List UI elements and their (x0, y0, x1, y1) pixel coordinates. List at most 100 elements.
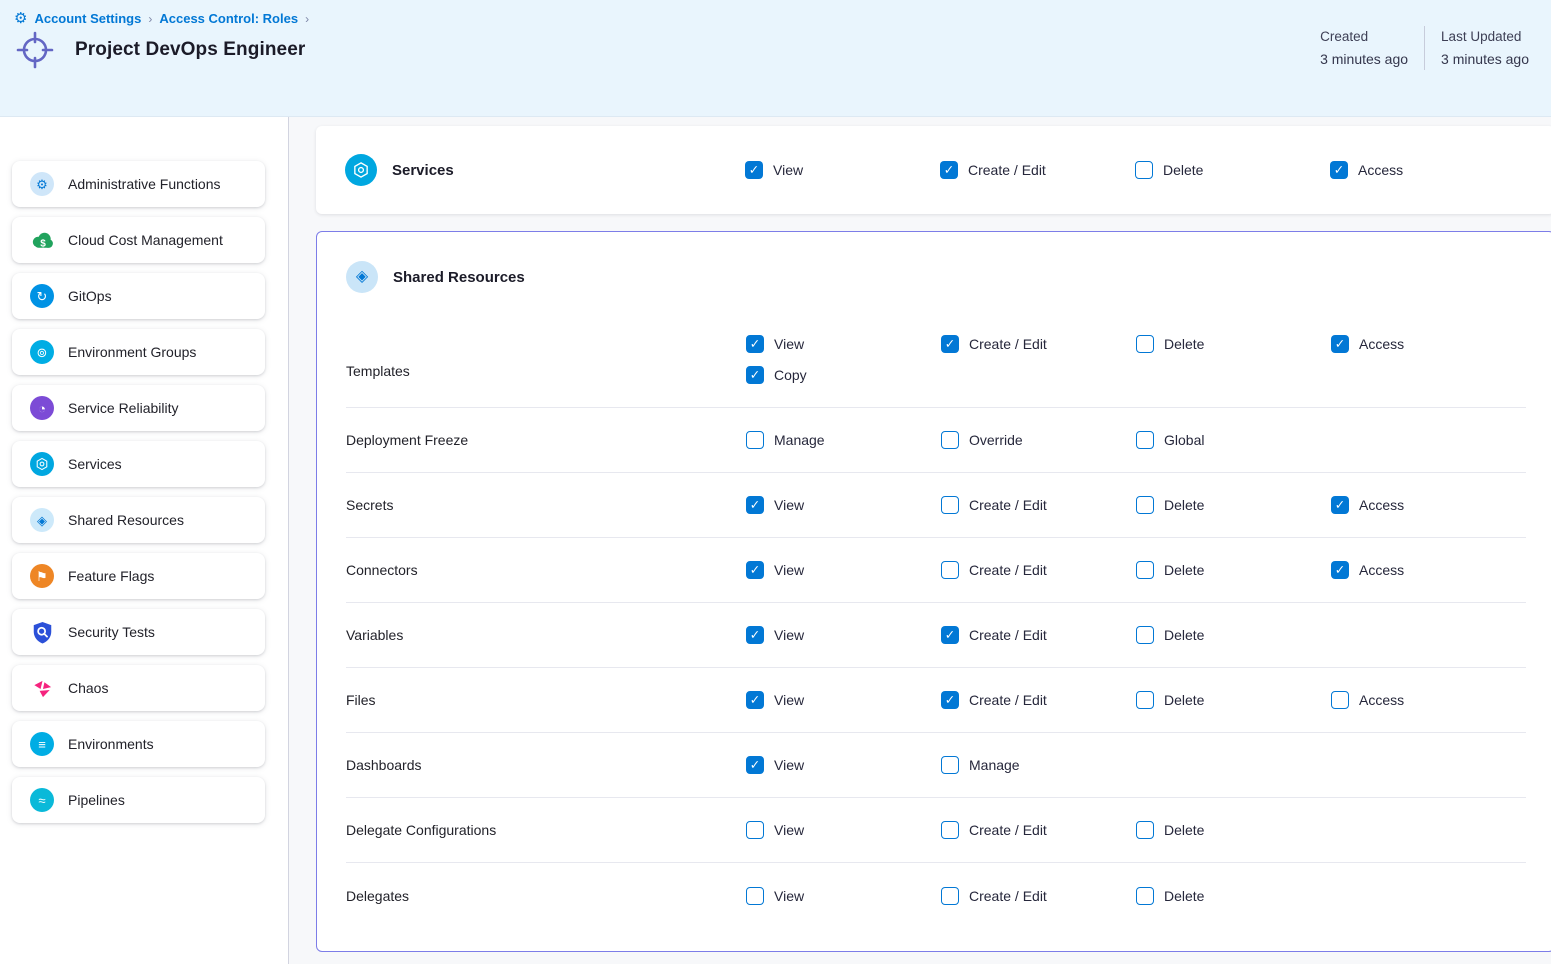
sidebar-item-feature-flags[interactable]: ⚑Feature Flags (12, 553, 265, 599)
permission-label: Access (1359, 692, 1404, 708)
delete-checkbox[interactable] (1136, 691, 1154, 709)
sidebar-item-services[interactable]: Services (12, 441, 265, 487)
permission-item: Manage (941, 756, 1136, 774)
permission-cell: ✓ Access (1331, 335, 1526, 353)
sidebar-item-pipelines[interactable]: ≈Pipelines (12, 777, 265, 823)
permission-label: Create / Edit (969, 692, 1047, 708)
permission-item: Delete (1136, 626, 1331, 644)
access-checkbox[interactable]: ✓ (1330, 161, 1348, 179)
page-title: Project DevOps Engineer (75, 39, 305, 61)
sidebar-item-security-tests[interactable]: Security Tests (12, 609, 265, 655)
resource-label: Files (346, 692, 746, 708)
view-checkbox[interactable]: ✓ (746, 496, 764, 514)
permission-cell: Delete (1136, 496, 1331, 514)
permissions-main: Services ✓View✓Create / EditDelete✓Acces… (289, 117, 1551, 964)
permission-label: Manage (969, 757, 1020, 773)
sidebar-item-shared-resources[interactable]: ◈Shared Resources (12, 497, 265, 543)
permission-label: Delete (1164, 336, 1204, 352)
permission-item: ✓Access (1330, 161, 1525, 179)
view-checkbox[interactable]: ✓ (746, 691, 764, 709)
permission-item: Delete (1136, 496, 1331, 514)
role-meta: Created 3 minutes ago Last Updated 3 min… (1304, 26, 1545, 70)
permission-label: Access (1359, 336, 1404, 352)
manage-checkbox[interactable] (746, 431, 764, 449)
service-reliability-icon: ◔ (30, 396, 54, 420)
sidebar-item-cloud-cost-management[interactable]: $Cloud Cost Management (12, 217, 265, 263)
resource-label: Variables (346, 627, 746, 643)
create-edit-checkbox[interactable]: ✓ (941, 691, 959, 709)
breadcrumb-link-account-settings[interactable]: Account Settings (34, 11, 141, 26)
sidebar-item-administrative-functions[interactable]: ⚙Administrative Functions (12, 161, 265, 207)
permission-item: Global (1136, 431, 1331, 449)
services-permission-card[interactable]: Services ✓View✓Create / EditDelete✓Acces… (316, 126, 1551, 214)
sidebar-item-label: Administrative Functions (68, 176, 221, 192)
permission-cell: Manage (746, 431, 941, 449)
sidebar-item-environment-groups[interactable]: ⊚Environment Groups (12, 329, 265, 375)
access-checkbox[interactable]: ✓ (1331, 335, 1349, 353)
permission-cell: ✓ Access (1331, 496, 1526, 514)
global-checkbox[interactable] (1136, 431, 1154, 449)
environments-icon: ≡ (30, 732, 54, 756)
delete-checkbox[interactable] (1136, 626, 1154, 644)
permission-label: Access (1359, 497, 1404, 513)
create-edit-checkbox[interactable]: ✓ (941, 335, 959, 353)
access-checkbox[interactable] (1331, 691, 1349, 709)
view-checkbox[interactable]: ✓ (746, 756, 764, 774)
delete-checkbox[interactable] (1136, 335, 1154, 353)
sidebar-item-environments[interactable]: ≡Environments (12, 721, 265, 767)
delete-checkbox[interactable] (1136, 496, 1154, 514)
chevron-right-icon: › (148, 12, 152, 26)
shield-search-icon (30, 620, 54, 644)
permission-cell: Delete (1136, 561, 1331, 579)
view-checkbox[interactable] (746, 887, 764, 905)
override-checkbox[interactable] (941, 431, 959, 449)
resource-row-files: Files✓View✓ Create / Edit Delete Access (346, 668, 1526, 733)
delete-checkbox[interactable] (1136, 887, 1154, 905)
resource-row-delegates: DelegatesViewCreate / EditDelete (346, 863, 1526, 928)
view-checkbox[interactable]: ✓ (746, 626, 764, 644)
resource-row-templates: Templates✓View✓Copy✓Create / EditDelete✓… (346, 322, 1526, 408)
create-edit-checkbox[interactable] (941, 887, 959, 905)
permission-item: ✓View (746, 691, 941, 709)
view-checkbox[interactable]: ✓ (746, 561, 764, 579)
create-edit-checkbox[interactable] (941, 821, 959, 839)
permission-item: Access (1331, 691, 1526, 709)
delete-checkbox[interactable] (1136, 561, 1154, 579)
create-edit-checkbox[interactable]: ✓ (940, 161, 958, 179)
delete-checkbox[interactable] (1135, 161, 1153, 179)
sidebar-item-gitops[interactable]: ↻GitOps (12, 273, 265, 319)
permission-item: Manage (746, 431, 941, 449)
view-checkbox[interactable] (746, 821, 764, 839)
view-checkbox[interactable]: ✓ (746, 335, 764, 353)
view-checkbox[interactable]: ✓ (745, 161, 763, 179)
create-edit-checkbox[interactable] (941, 561, 959, 579)
copy-checkbox[interactable]: ✓ (746, 366, 764, 384)
sidebar-item-service-reliability[interactable]: ◔Service Reliability (12, 385, 265, 431)
permission-label: View (773, 162, 803, 178)
permission-cell: Delete (1136, 691, 1331, 709)
access-checkbox[interactable]: ✓ (1331, 561, 1349, 579)
permission-item: ✓View (746, 561, 941, 579)
permission-cell: ✓Access (1330, 161, 1525, 179)
created-label: Created (1320, 26, 1408, 48)
chevron-right-icon: › (305, 12, 309, 26)
permission-item: ✓Create / Edit (940, 161, 1135, 179)
permission-cell: Create / Edit (941, 821, 1136, 839)
shared-resources-permission-card[interactable]: ◈ Shared Resources Templates✓View✓Copy✓C… (316, 231, 1551, 952)
permission-label: Manage (774, 432, 825, 448)
create-edit-checkbox[interactable] (941, 496, 959, 514)
access-checkbox[interactable]: ✓ (1331, 496, 1349, 514)
last-updated-value: 3 minutes ago (1441, 48, 1529, 70)
permission-cell: Global (1136, 431, 1331, 449)
delete-checkbox[interactable] (1136, 821, 1154, 839)
permission-item: Override (941, 431, 1136, 449)
last-updated-meta: Last Updated 3 minutes ago (1424, 26, 1545, 70)
permission-cell: Delete (1136, 626, 1331, 644)
manage-checkbox[interactable] (941, 756, 959, 774)
resource-label: Connectors (346, 562, 746, 578)
sidebar-item-chaos[interactable]: Chaos (12, 665, 265, 711)
breadcrumb-link-access-control-roles[interactable]: Access Control: Roles (159, 11, 298, 26)
permission-label: Delete (1164, 562, 1204, 578)
create-edit-checkbox[interactable]: ✓ (941, 626, 959, 644)
permission-item: ✓View (746, 756, 941, 774)
